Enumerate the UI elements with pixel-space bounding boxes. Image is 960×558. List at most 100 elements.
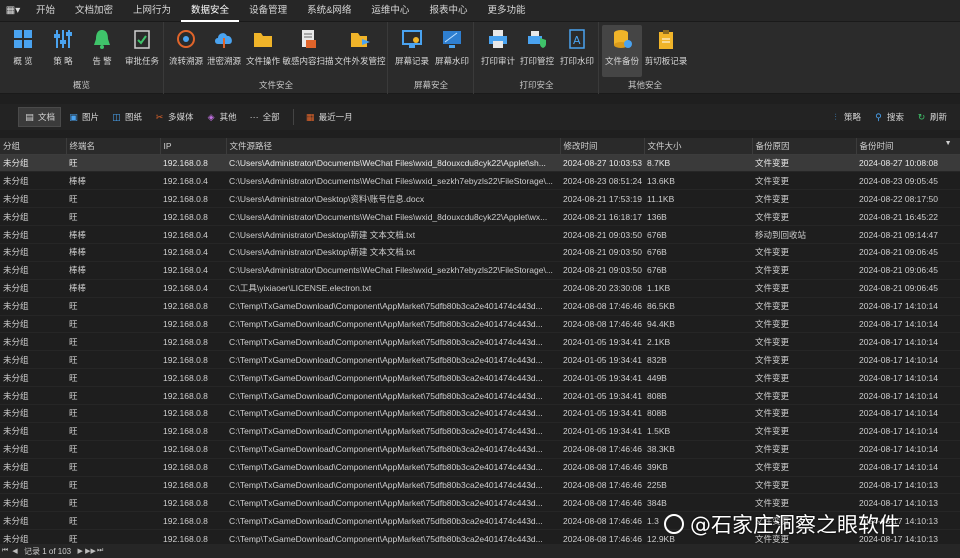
table-row[interactable]: 未分组旺 192.168.0.8 C:\Users\Administrator\De… [0, 189, 960, 209]
cell-terminal: 旺 [66, 404, 160, 423]
table-row[interactable]: 未分组旺 192.168.0.8 C:\Temp\TxGameDownload\Co… [0, 476, 960, 495]
refresh-button[interactable]: ↻ 刷新 [911, 107, 952, 127]
table-row[interactable]: 未分组旺 192.168.0.8 C:\Temp\TxGameDownload\Co… [0, 297, 960, 316]
menu-tab-1[interactable]: 文档加密 [65, 0, 123, 22]
menu-tab-6[interactable]: 运维中心 [361, 0, 419, 22]
leak-trace-button[interactable]: 泄密溯源 [205, 25, 243, 77]
overview-button[interactable]: 概 览 [7, 25, 39, 77]
time-range-button[interactable]: ▦ 最近一月 [300, 107, 358, 127]
column-header-terminal[interactable]: 终端名 [66, 138, 161, 155]
cell-modified-time: 2024-01-05 19:34:41 [560, 386, 644, 405]
cell-file-size: 676B [644, 261, 752, 280]
cell-group: 未分组 [0, 511, 66, 531]
prev-page-icon[interactable]: ◀ [10, 547, 20, 555]
menu-tab-4[interactable]: 设备管理 [239, 0, 297, 22]
policy-filter-button[interactable]: ⫶ 策略 [825, 107, 866, 127]
table-row[interactable]: 未分组旺 192.168.0.8 C:\Temp\TxGameDownload\Co… [0, 404, 960, 423]
cell-source-path: C:\Temp\TxGameDownload\Component\AppMark… [226, 350, 560, 370]
cell-file-size: 136B [644, 207, 752, 227]
table-row[interactable]: 未分组旺 192.168.0.8 C:\Temp\TxGameDownload\Co… [0, 368, 960, 388]
next-fast-icon[interactable]: ▶▶ [85, 547, 96, 555]
cell-modified-time: 2024-08-21 16:18:17 [560, 207, 644, 227]
file-operation-button[interactable]: 文件操作 [244, 25, 282, 77]
print-control-button[interactable]: 打印管控 [518, 25, 556, 77]
print-watermark-button[interactable]: A 打印水印 [558, 25, 596, 77]
cell-backup-reason: 文件变更 [752, 404, 856, 423]
cell-modified-time: 2024-01-05 19:34:41 [560, 404, 644, 423]
column-header-group[interactable]: 分组 [0, 138, 67, 155]
cell-ip: 192.168.0.8 [160, 493, 226, 513]
table-row[interactable]: 未分组旺 192.168.0.8 C:\Temp\TxGameDownload\Co… [0, 332, 960, 352]
alert-button[interactable]: 告 警 [86, 25, 118, 77]
cell-terminal: 旺 [66, 422, 160, 441]
table-row[interactable]: 未分组旺 192.168.0.8 C:\Temp\TxGameDownload\Co… [0, 440, 960, 459]
column-header-ip[interactable]: IP [160, 138, 227, 155]
filter-drawings[interactable]: ◫ 图纸 [106, 107, 147, 127]
cell-ip: 192.168.0.8 [160, 315, 226, 334]
printer-shield-icon [525, 27, 549, 51]
filter-images[interactable]: ▣ 图片 [63, 107, 104, 127]
cell-backup-reason: 文件变更 [752, 332, 856, 352]
file-outbound-control-button[interactable]: 文件外发管控 [334, 25, 386, 77]
cell-group: 未分组 [0, 440, 66, 459]
cell-terminal: 旺 [66, 154, 160, 173]
cell-modified-time: 2024-08-20 23:30:08 [560, 279, 644, 298]
file-backup-button[interactable]: 文件备份 [602, 25, 642, 77]
column-header-backup-time[interactable]: 备份时间 ▼ [856, 138, 960, 155]
table-row[interactable]: 未分组旺 192.168.0.8 C:\Temp\TxGameDownload\Co… [0, 422, 960, 441]
cell-modified-time: 2024-08-08 17:46:46 [560, 440, 644, 459]
menu-tab-3[interactable]: 数据安全 [181, 0, 240, 22]
approval-task-button[interactable]: 审批任务 [122, 25, 162, 77]
cell-terminal: 旺 [66, 386, 160, 405]
menu-tab-8[interactable]: 更多功能 [477, 0, 535, 22]
filter-all[interactable]: ··· 全部 [244, 107, 285, 127]
table-row[interactable]: 未分组旺 192.168.0.8 C:\Users\Administrator\Do… [0, 154, 960, 173]
ribbon-group-file-security: 流转溯源 泄密溯源 文件操作 敏感内容扫描 文件外发管控 文件安全 [165, 22, 388, 94]
table-row[interactable]: 未分组旺 192.168.0.8 C:\Temp\TxGameDownload\Co… [0, 315, 960, 334]
menu-tab-2[interactable]: 上网行为 [123, 0, 181, 22]
cell-terminal: 旺 [66, 493, 160, 513]
filter-other[interactable]: ◈ 其他 [201, 107, 242, 127]
menu-tab-0[interactable]: 开始 [26, 0, 65, 22]
table-row[interactable]: 未分组 棒棒 192.168.0.4 C:\Users\Administrator\D… [0, 225, 960, 244]
sliders-icon: ⫶ [834, 111, 837, 122]
print-audit-button[interactable]: 打印审计 [479, 25, 517, 77]
table-row[interactable]: 未分组旺 192.168.0.8 C:\Temp\TxGameDownload\Co… [0, 350, 960, 370]
clipboard-record-button[interactable]: 剪切板记录 [644, 25, 688, 77]
column-header-source-path[interactable]: 文件源路径 [226, 138, 561, 155]
table-row[interactable]: 未分组 棒棒 192.168.0.4 C:\Users\Administrator\D… [0, 243, 960, 262]
table-row[interactable]: 未分组旺 192.168.0.8 C:\Temp\TxGameDownload\Co… [0, 458, 960, 477]
cell-source-path: C:\Temp\TxGameDownload\Component\AppMark… [226, 476, 560, 495]
column-header-backup-reason[interactable]: 备份原因 [752, 138, 857, 155]
menu-tab-7[interactable]: 报表中心 [419, 0, 477, 22]
cell-group: 未分组 [0, 476, 66, 495]
search-button[interactable]: ⚲ 搜索 [868, 107, 909, 127]
sensitive-scan-button[interactable]: 敏感内容扫描 [283, 25, 334, 77]
cell-source-path: C:\Users\Administrator\Documents\WeChat … [226, 261, 560, 280]
table-row[interactable]: 未分组旺 192.168.0.8 C:\Temp\TxGameDownload\Co… [0, 386, 960, 405]
cell-backup-reason: 文件变更 [752, 297, 856, 316]
menu-tab-5[interactable]: 系统&网络 [297, 0, 361, 22]
flow-trace-button[interactable]: 流转溯源 [167, 25, 205, 77]
cell-source-path: C:\Temp\TxGameDownload\Component\AppMark… [226, 297, 560, 316]
filter-media[interactable]: ✂ 多媒体 [149, 107, 199, 127]
last-page-icon[interactable]: ⏭ [95, 547, 105, 555]
screen-record-button[interactable]: 屏幕记录 [393, 25, 431, 77]
screen-watermark-button[interactable]: 屏幕水印 [433, 25, 471, 77]
table-row[interactable]: 未分组 棒棒 192.168.0.4 C:\Users\Administrator\D… [0, 171, 960, 191]
policy-button[interactable]: 策 略 [47, 25, 79, 77]
column-header-file-size[interactable]: 文件大小 [644, 138, 753, 155]
table-row[interactable]: 未分组旺 192.168.0.8 C:\Users\Administrator\Do… [0, 207, 960, 227]
cell-backup-time: 2024-08-17 14:10:14 [856, 458, 960, 477]
first-page-icon[interactable]: ⏮ [0, 547, 10, 555]
table-row[interactable]: 未分组 棒棒 192.168.0.4 C:\Users\Administrator\D… [0, 261, 960, 280]
app-menu-icon[interactable]: ▦▾ [0, 0, 26, 22]
filter-documents[interactable]: ▤ 文档 [18, 107, 62, 127]
cell-terminal: 旺 [66, 315, 160, 334]
cell-ip: 192.168.0.8 [160, 386, 226, 405]
cell-group: 未分组 [0, 225, 66, 244]
cell-terminal: 旺 [66, 189, 160, 209]
next-page-icon[interactable]: ▶ [75, 547, 85, 555]
column-header-modified-time[interactable]: 修改时间 [560, 138, 645, 155]
table-row[interactable]: 未分组 棒棒 192.168.0.4 C:\工具\yixiaoer\LICENSE.e… [0, 279, 960, 298]
